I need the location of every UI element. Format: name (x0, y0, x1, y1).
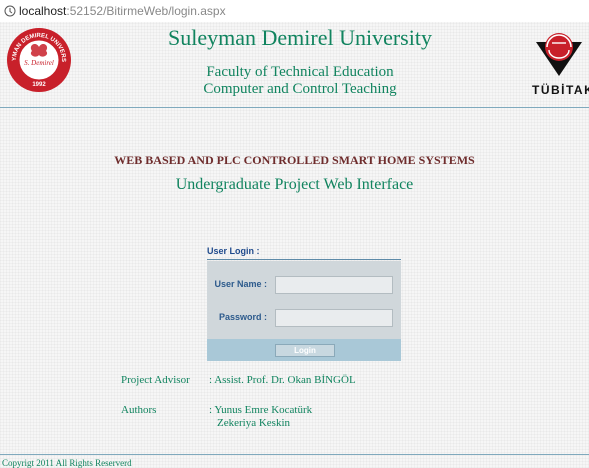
header: SULEYMAN DEMIREL UNIVERSITESI S. Demirel… (0, 22, 589, 107)
login-button[interactable]: Login (275, 344, 335, 357)
username-input[interactable] (275, 276, 393, 294)
address-bar[interactable]: localhost:52152/BitirmeWeb/login.aspx (0, 0, 589, 22)
project-title: WEB BASED AND PLC CONTROLLED SMART HOME … (114, 153, 475, 167)
tubitak-wordmark: TÜBİTAK (532, 82, 589, 97)
copyright-text: Copyrigt 2011 All Rights Reserverd (2, 458, 132, 468)
password-input[interactable] (275, 309, 393, 327)
login-section-label: User Login : (207, 246, 260, 256)
login-divider (207, 259, 401, 260)
advisor-value: : Assist. Prof. Dr. Okan BİNGÖL (209, 374, 356, 386)
seal-signature: S. Demirel (24, 59, 54, 67)
header-divider (0, 107, 589, 108)
password-label: Password : (218, 312, 267, 322)
page: SULEYMAN DEMIREL UNIVERSITESI S. Demirel… (0, 22, 589, 468)
university-seal-logo: SULEYMAN DEMIREL UNIVERSITESI S. Demirel… (6, 27, 71, 92)
login-panel: User Name : Password : (207, 261, 401, 339)
tubitak-logo: TÜBİTAK (532, 33, 589, 97)
url-path: :52152/BitirmeWeb/login.aspx (66, 4, 226, 18)
seal-year: 1992 (32, 82, 46, 88)
university-name: Suleyman Demirel University (168, 25, 432, 50)
username-label: User Name : (214, 279, 267, 289)
author-1: : Yunus Emre Kocatürk (209, 404, 313, 416)
footer-divider (0, 454, 589, 455)
advisor-label: Project Advisor (121, 374, 190, 386)
url-host: localhost (19, 4, 67, 18)
department-name: Computer and Control Teaching (203, 81, 397, 97)
author-2: Zekeriya Keskin (217, 417, 290, 429)
project-subtitle: Undergraduate Project Web Interface (175, 176, 414, 193)
authors-label: Authors (121, 404, 157, 416)
page-info-icon[interactable] (4, 5, 16, 17)
faculty-name: Faculty of Technical Education (206, 64, 394, 80)
